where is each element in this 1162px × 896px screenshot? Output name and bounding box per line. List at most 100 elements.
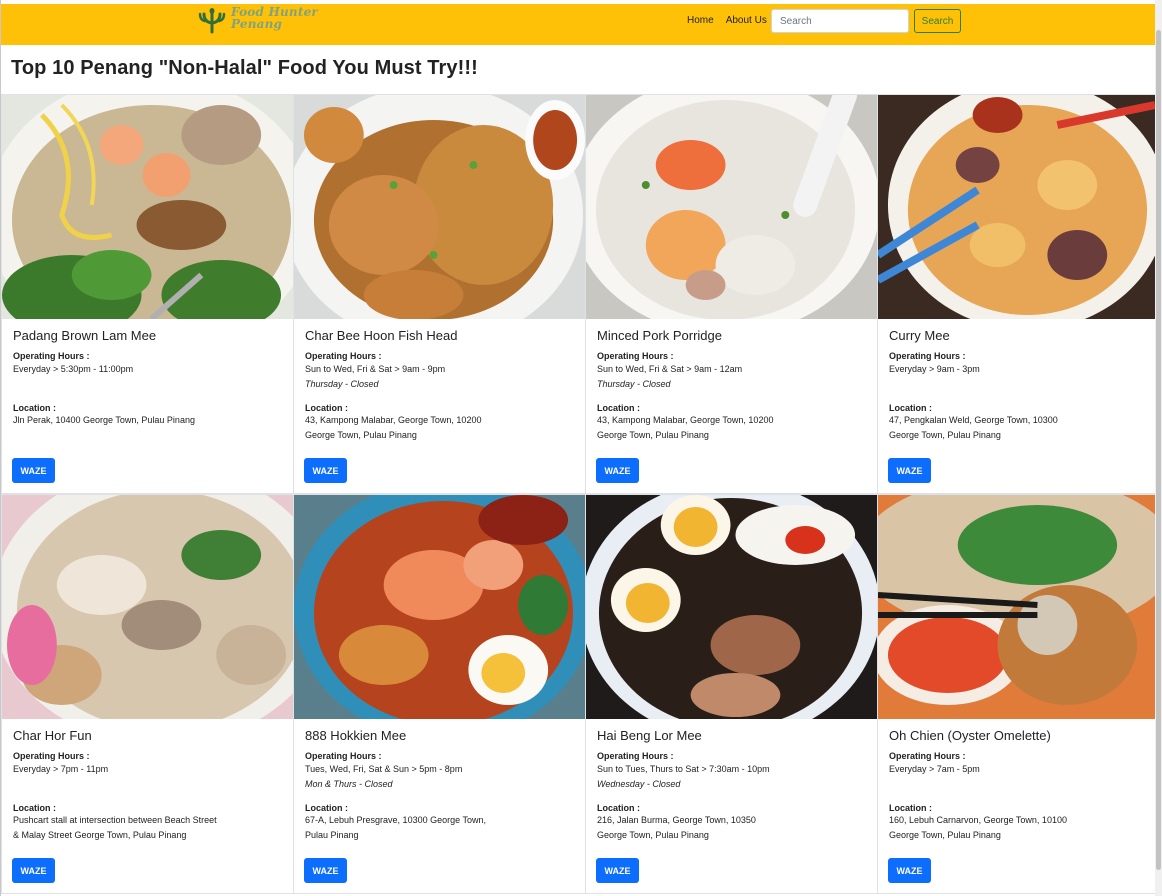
- food-card: Minced Pork Porridge Operating Hours : S…: [585, 94, 877, 494]
- location-line2: George Town, Pulau Pinang: [889, 830, 1001, 840]
- hours-text: Everyday > 5:30pm - 11:00pm: [13, 364, 134, 374]
- location-block: Location : 47, Pengkalan Weld, George To…: [889, 403, 1149, 443]
- hours-label: Operating Hours :: [13, 751, 90, 761]
- location-block: Location : 160, Lebuh Carnarvon, George …: [889, 803, 1149, 843]
- location-block: Location : 216, Jalan Burma, George Town…: [597, 803, 871, 843]
- waze-button[interactable]: WAZE: [304, 458, 347, 483]
- location-label: Location :: [13, 803, 56, 813]
- hours-label: Operating Hours :: [13, 351, 90, 361]
- location-block: Location : 43, Kampong Malabar, George T…: [305, 403, 579, 443]
- location-line1: 67-A, Lebuh Presgrave, 10300 George Town…: [305, 815, 486, 825]
- location-label: Location :: [889, 403, 932, 413]
- food-photo-oyster-omelette: [878, 495, 1155, 719]
- food-title: Char Hor Fun: [13, 728, 92, 743]
- location-line1: 43, Kampong Malabar, George Town, 10200: [597, 415, 774, 425]
- location-label: Location :: [889, 803, 932, 813]
- location-line1: 216, Jalan Burma, George Town, 10350: [597, 815, 756, 825]
- page-title: Top 10 Penang "Non-Halal" Food You Must …: [11, 57, 478, 79]
- hours-label: Operating Hours :: [597, 351, 674, 361]
- hours-label: Operating Hours :: [889, 351, 966, 361]
- location-line1: Jln Perak, 10400 George Town, Pulau Pina…: [13, 415, 195, 425]
- brand-logo[interactable]: Food Hunter Penang: [197, 6, 318, 34]
- card-body: Minced Pork Porridge Operating Hours : S…: [597, 327, 871, 392]
- location-line1: 47, Pengkalan Weld, George Town, 10300: [889, 415, 1058, 425]
- card-body: Curry Mee Operating Hours : Everyday > 9…: [889, 327, 1149, 377]
- hours-label: Operating Hours :: [597, 751, 674, 761]
- hours-text: Everyday > 7pm - 11pm: [13, 764, 109, 774]
- hours-text: Sun to Wed, Fri & Sat > 9am - 9pm: [305, 364, 446, 374]
- location-line2: George Town, Pulau Pinang: [597, 430, 709, 440]
- hours-label: Operating Hours :: [889, 751, 966, 761]
- hours-label: Operating Hours :: [305, 751, 382, 761]
- card-body: Char Bee Hoon Fish Head Operating Hours …: [305, 327, 579, 392]
- scrollbar-thumb[interactable]: [1156, 30, 1161, 870]
- closed-day-text: Thursday - Closed: [305, 379, 379, 389]
- hours-text: Sun to Wed, Fri & Sat > 9am - 12am: [597, 364, 743, 374]
- location-line2: George Town, Pulau Pinang: [597, 830, 709, 840]
- food-photo-char-hor-fun: [2, 495, 293, 719]
- food-title: 888 Hokkien Mee: [305, 728, 407, 743]
- food-photo-char-bee-hoon: [294, 95, 585, 319]
- brand-name: Food Hunter Penang: [231, 6, 318, 30]
- food-card: Oh Chien (Oyster Omelette) Operating Hou…: [877, 494, 1155, 894]
- location-line1: 43, Kampong Malabar, George Town, 10200: [305, 415, 482, 425]
- location-block: Location : Jln Perak, 10400 George Town,…: [13, 403, 287, 428]
- location-label: Location :: [305, 403, 348, 413]
- card-body: Char Hor Fun Operating Hours : Everyday …: [13, 727, 287, 777]
- food-card: Char Hor Fun Operating Hours : Everyday …: [1, 494, 293, 894]
- hours-text: Everyday > 9am - 3pm: [889, 364, 980, 374]
- location-label: Location :: [597, 803, 640, 813]
- waze-button[interactable]: WAZE: [888, 458, 931, 483]
- closed-day-text: Wednesday - Closed: [597, 779, 681, 789]
- food-photo-lam-mee: [2, 95, 293, 319]
- food-card: Hai Beng Lor Mee Operating Hours : Sun t…: [585, 494, 877, 894]
- waze-button[interactable]: WAZE: [12, 458, 55, 483]
- food-title: Minced Pork Porridge: [597, 328, 722, 343]
- search-button[interactable]: Search: [914, 9, 961, 33]
- nav-home-link[interactable]: Home: [687, 15, 714, 26]
- nav-links: Home About Us: [687, 15, 767, 26]
- brand-name-line2: Penang: [231, 17, 283, 31]
- card-body: Hai Beng Lor Mee Operating Hours : Sun t…: [597, 727, 871, 792]
- waze-button[interactable]: WAZE: [596, 858, 639, 883]
- hours-text: Sun to Tues, Thurs to Sat > 7:30am - 10p…: [597, 764, 770, 774]
- location-line2: & Malay Street George Town, Pulau Pinang: [13, 830, 187, 840]
- closed-day-text: Thursday - Closed: [597, 379, 671, 389]
- location-line2: George Town, Pulau Pinang: [305, 430, 417, 440]
- food-title: Curry Mee: [889, 328, 950, 343]
- location-label: Location :: [13, 403, 56, 413]
- closed-day-text: Mon & Thurs - Closed: [305, 779, 393, 789]
- location-block: Location : 43, Kampong Malabar, George T…: [597, 403, 871, 443]
- location-line1: Pushcart stall at intersection between B…: [13, 815, 217, 825]
- waze-button[interactable]: WAZE: [596, 458, 639, 483]
- food-card: Curry Mee Operating Hours : Everyday > 9…: [877, 94, 1155, 494]
- card-body: Oh Chien (Oyster Omelette) Operating Hou…: [889, 727, 1149, 777]
- food-card: 888 Hokkien Mee Operating Hours : Tues, …: [293, 494, 585, 894]
- navbar: Food Hunter Penang Home About Us Search: [1, 4, 1155, 45]
- location-line2: George Town, Pulau Pinang: [889, 430, 1001, 440]
- food-photo-lor-mee: [586, 495, 877, 719]
- food-photo-curry-mee: [878, 95, 1155, 319]
- fork-spoon-logo-icon: [198, 8, 226, 34]
- food-card: Char Bee Hoon Fish Head Operating Hours …: [293, 94, 585, 494]
- search-input[interactable]: [771, 9, 909, 33]
- hours-text: Tues, Wed, Fri, Sat & Sun > 5pm - 8pm: [305, 764, 463, 774]
- food-photo-hokkien-mee: [294, 495, 585, 719]
- hours-text: Everyday > 7am - 5pm: [889, 764, 980, 774]
- food-title: Padang Brown Lam Mee: [13, 328, 157, 343]
- location-block: Location : Pushcart stall at intersectio…: [13, 803, 287, 843]
- location-line1: 160, Lebuh Carnarvon, George Town, 10100: [889, 815, 1067, 825]
- location-block: Location : 67-A, Lebuh Presgrave, 10300 …: [305, 803, 579, 843]
- card-body: 888 Hokkien Mee Operating Hours : Tues, …: [305, 727, 579, 792]
- nav-about-link[interactable]: About Us: [726, 15, 767, 26]
- location-label: Location :: [597, 403, 640, 413]
- food-card: Padang Brown Lam Mee Operating Hours : E…: [1, 94, 293, 494]
- vertical-scrollbar[interactable]: [1155, 0, 1162, 896]
- waze-button[interactable]: WAZE: [304, 858, 347, 883]
- food-title: Hai Beng Lor Mee: [597, 728, 702, 743]
- waze-button[interactable]: WAZE: [12, 858, 55, 883]
- food-title: Char Bee Hoon Fish Head: [305, 328, 458, 343]
- waze-button[interactable]: WAZE: [888, 858, 931, 883]
- hours-label: Operating Hours :: [305, 351, 382, 361]
- food-photo-porridge: [586, 95, 877, 319]
